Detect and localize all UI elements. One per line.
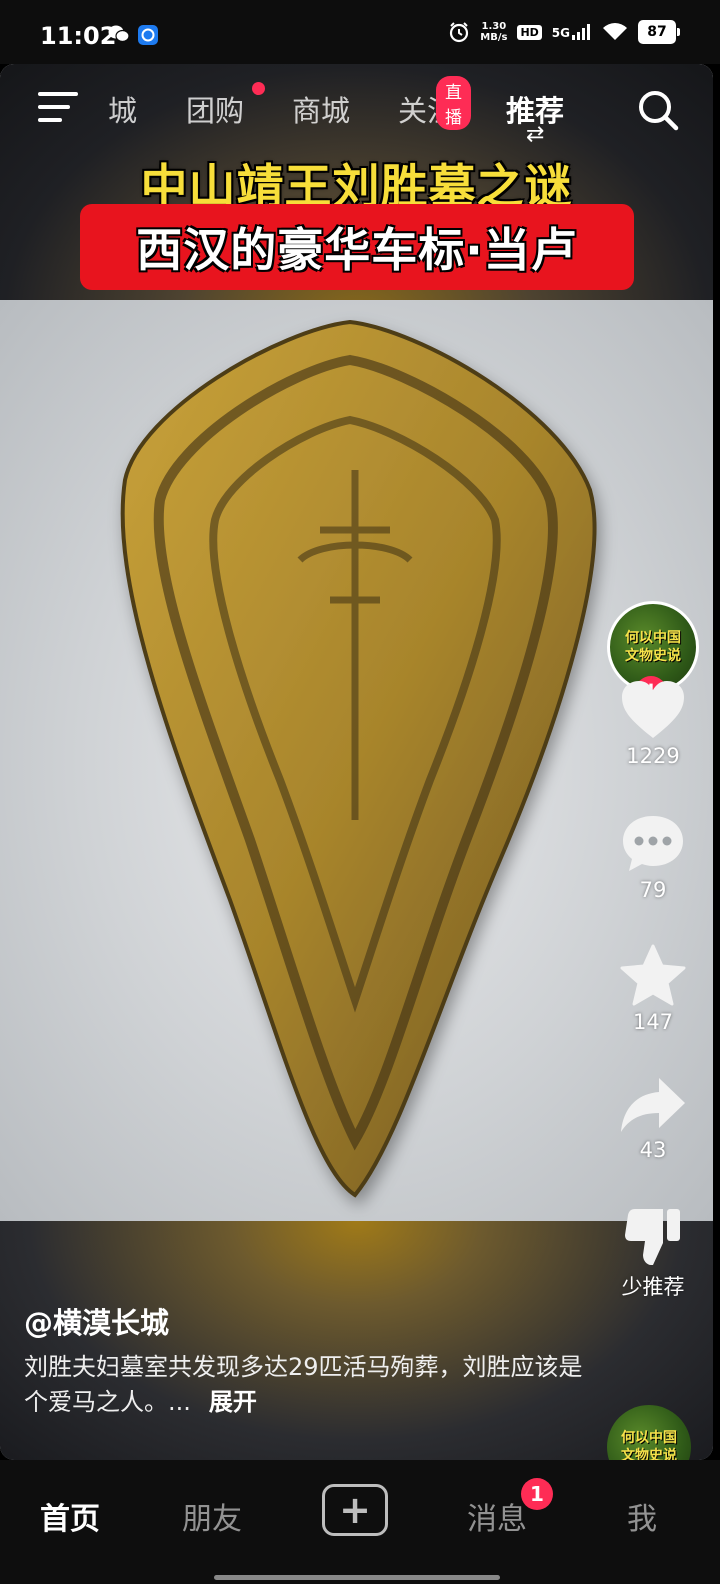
tab-mall-partial[interactable]: 城	[108, 88, 137, 130]
search-icon[interactable]	[636, 88, 680, 132]
video-player[interactable]: 中山靖王刘胜墓之谜 西汉的豪华车标·当卢 城 团购 商城 关注 直播 推荐 ⇄ …	[0, 64, 713, 1460]
nav-friends[interactable]: 朋友	[182, 1494, 242, 1538]
expand-button[interactable]: 展开	[209, 1388, 257, 1416]
caption-text: 刘胜夫妇墓室共发现多达29匹活马殉葬，刘胜应该是个爱马之人。...	[24, 1353, 583, 1416]
signal-icon: 5G	[552, 24, 592, 40]
author-name[interactable]: @横漠长城	[24, 1300, 169, 1342]
tab-store[interactable]: 商城	[292, 88, 350, 130]
nav-messages[interactable]: 消息	[467, 1494, 527, 1538]
video-title-line2: 西汉的豪华车标·当卢	[136, 223, 578, 277]
battery-icon: 87	[638, 20, 680, 44]
top-nav: 城 团购 商城 关注 直播 推荐 ⇄	[0, 64, 713, 154]
create-post-button[interactable]: +	[322, 1484, 388, 1536]
group-buy-dot	[252, 82, 265, 95]
net-speed: 1.30 MB/s	[480, 21, 508, 43]
tab-group-buy[interactable]: 团购	[186, 88, 244, 130]
heart-icon	[622, 681, 684, 738]
comment-icon	[623, 816, 683, 871]
menu-icon[interactable]	[38, 90, 78, 124]
thumbs-down-icon	[625, 1209, 680, 1265]
favorite-button[interactable]: 147	[600, 944, 706, 1034]
nav-me[interactable]: 我	[627, 1494, 657, 1538]
bottom-nav: 首页 朋友 + 消息 1 我	[0, 1460, 720, 1584]
favorite-count: 147	[632, 1010, 674, 1034]
wechat-icon	[108, 25, 130, 43]
not-interested-button[interactable]: 少推荐	[600, 1207, 706, 1301]
video-caption: 刘胜夫妇墓室共发现多达29匹活马殉葬，刘胜应该是个爱马之人。... 展开	[24, 1350, 584, 1420]
nav-home[interactable]: 首页	[40, 1494, 100, 1538]
not-interested-label: 少推荐	[621, 1275, 685, 1299]
wifi-icon	[603, 23, 627, 40]
share-arrow-icon	[621, 1078, 685, 1132]
status-bar: 11:02 1.30 MB/s HD 5G 87	[0, 0, 720, 64]
video-title-banner: 西汉的豪华车标·当卢	[80, 204, 634, 290]
messages-badge: 1	[521, 1478, 553, 1510]
share-count: 43	[639, 1138, 667, 1162]
comment-count: 79	[639, 878, 667, 902]
app-notification-icon	[138, 25, 158, 45]
star-icon	[620, 944, 686, 1006]
status-time: 11:02	[40, 22, 117, 50]
home-indicator[interactable]	[214, 1575, 500, 1580]
live-badge: 直播	[436, 76, 471, 130]
alarm-icon	[450, 22, 469, 43]
swap-icon: ⇄	[526, 122, 545, 147]
like-count: 1229	[626, 744, 680, 768]
share-button[interactable]: 43	[600, 1076, 706, 1162]
comment-button[interactable]: 79	[600, 814, 706, 902]
hd-icon: HD	[517, 24, 542, 40]
status-icons: 1.30 MB/s HD 5G 87	[448, 20, 680, 44]
like-button[interactable]: 1229	[600, 680, 706, 768]
